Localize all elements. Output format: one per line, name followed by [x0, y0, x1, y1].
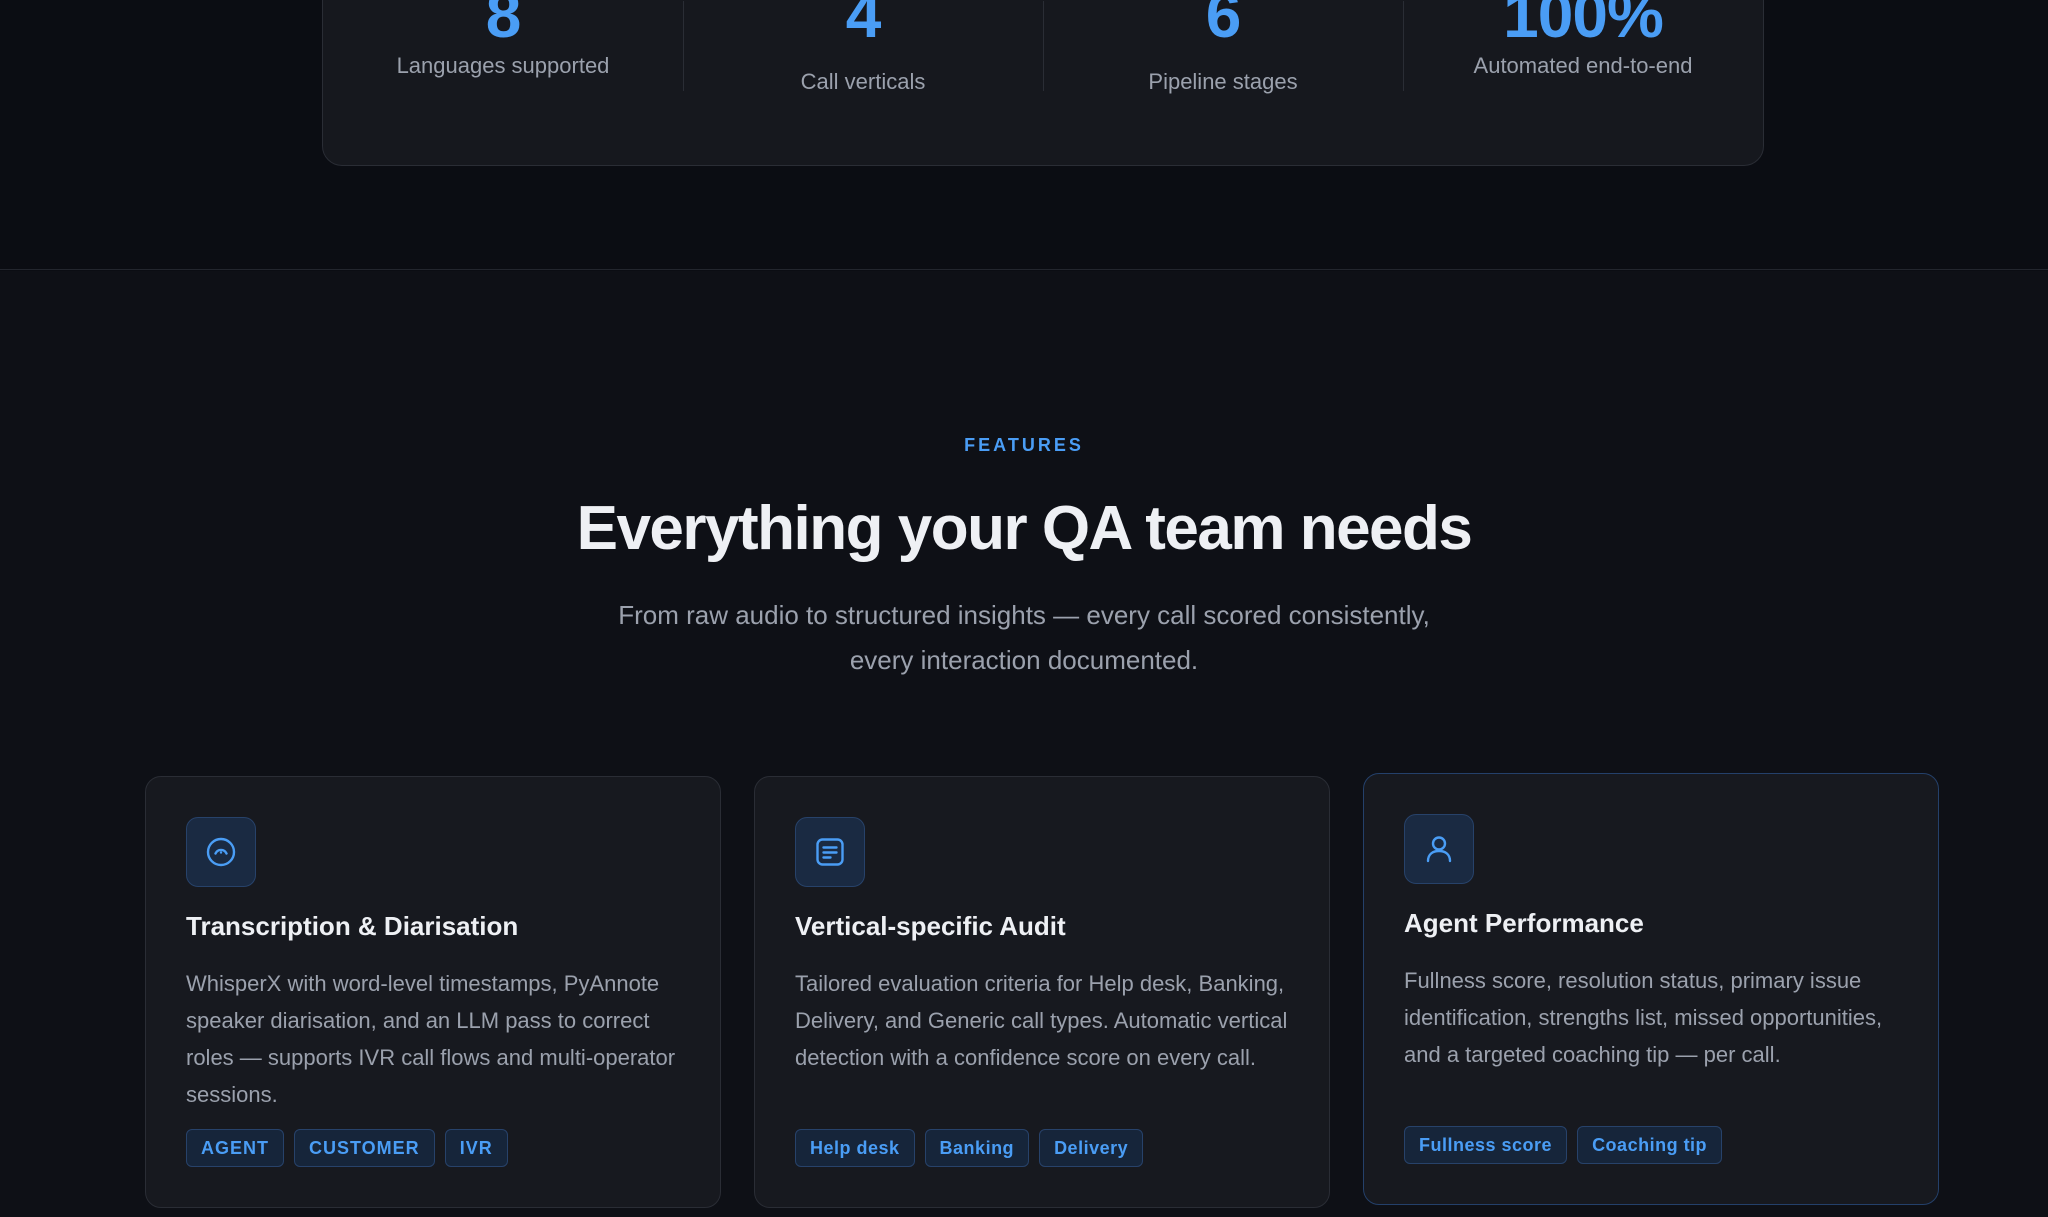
tag-fullness-score: Fullness score — [1404, 1126, 1568, 1164]
tag-customer: CUSTOMER — [294, 1129, 435, 1167]
stats-card: 8 Languages supported 4 Call verticals 6… — [322, 0, 1764, 166]
stat-value: 4 — [845, 0, 882, 51]
card-description: Fullness score, resolution status, prima… — [1404, 968, 1883, 1067]
stat-value: 6 — [1205, 0, 1242, 51]
tag-help-desk: Help desk — [795, 1129, 915, 1167]
tag-agent: AGENT — [186, 1129, 284, 1167]
section-title: Everything your QA team needs — [576, 494, 1473, 563]
section-eyebrow: FEATURES — [964, 435, 1084, 455]
document-list-icon — [795, 817, 865, 887]
card-title: Agent Performance — [1404, 908, 1644, 938]
stat-label: Pipeline stages — [1148, 69, 1298, 94]
tag-banking: Banking — [924, 1129, 1030, 1167]
stat-value: 8 — [485, 0, 522, 51]
card-tags: Fullness score Coaching tip — [1404, 1126, 1723, 1164]
stat-pipeline-stages: 6 Pipeline stages — [1043, 0, 1403, 165]
tag-delivery: Delivery — [1039, 1129, 1144, 1167]
stat-languages: 8 Languages supported — [323, 0, 683, 165]
features-section: FEATURES Everything your QA team needs F… — [0, 271, 2048, 1217]
card-title: Vertical-specific Audit — [795, 911, 1066, 941]
card-description: WhisperX with word-level timestamps, PyA… — [186, 971, 676, 1107]
stat-label: Automated end-to-end — [1473, 53, 1693, 78]
tag-coaching-tip: Coaching tip — [1577, 1126, 1723, 1164]
tag-ivr: IVR — [444, 1129, 508, 1167]
feature-card-agent-performance: Agent Performance Fullness score, resolu… — [1363, 773, 1939, 1205]
card-tags: AGENT CUSTOMER IVR — [186, 1129, 508, 1167]
stats-section: 8 Languages supported 4 Call verticals 6… — [0, 0, 2048, 270]
card-tags: Help desk Banking Delivery — [795, 1129, 1144, 1167]
stat-automated: 100% Automated end-to-end — [1403, 0, 1763, 165]
microphone-icon — [186, 817, 256, 887]
section-subtitle: From raw audio to structured insights — … — [618, 600, 1430, 675]
stat-verticals: 4 Call verticals — [683, 0, 1043, 165]
user-icon — [1404, 814, 1474, 884]
stat-value: 100% — [1503, 0, 1664, 51]
card-title: Transcription & Diarisation — [186, 911, 519, 941]
stat-label: Call verticals — [800, 69, 926, 94]
feature-card-audit: Vertical-specific Audit Tailored evaluat… — [754, 776, 1330, 1208]
card-description: Tailored evaluation criteria for Help de… — [795, 971, 1288, 1070]
stat-label: Languages supported — [396, 53, 610, 78]
feature-card-transcription: Transcription & Diarisation WhisperX wit… — [145, 776, 721, 1208]
